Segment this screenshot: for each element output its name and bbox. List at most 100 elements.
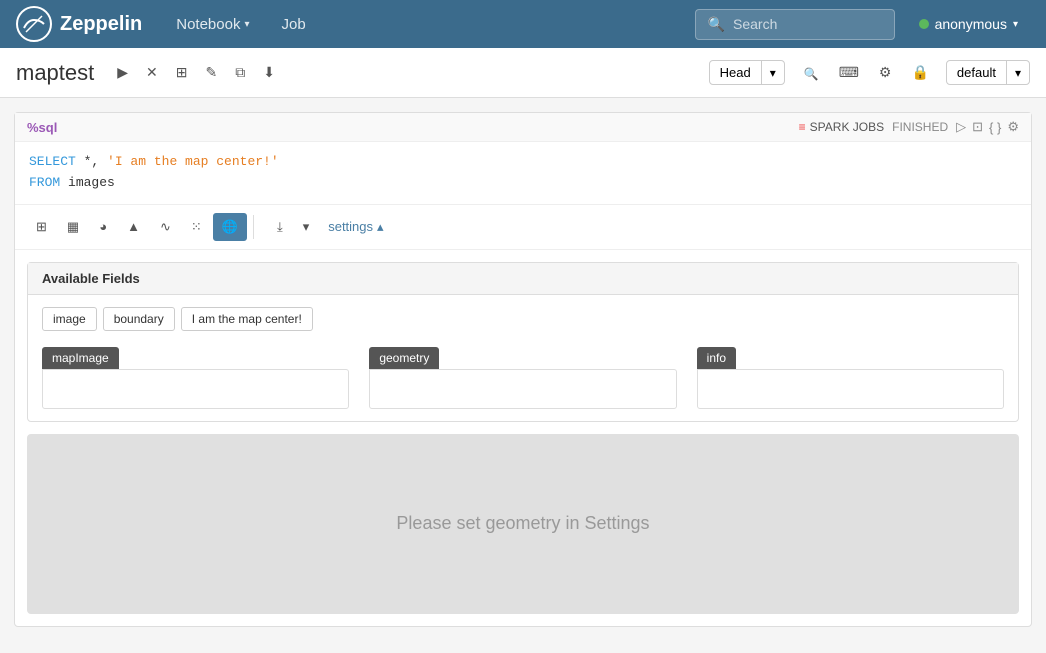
spark-icon: ≡ bbox=[799, 120, 806, 134]
drop-zone-info-box[interactable] bbox=[697, 369, 1004, 409]
code-view-icon[interactable]: { } bbox=[989, 120, 1001, 135]
search-box[interactable]: 🔍 bbox=[695, 9, 895, 40]
export-button[interactable] bbox=[256, 59, 282, 86]
code-star: *, bbox=[84, 154, 107, 169]
clear-output-button[interactable] bbox=[169, 59, 195, 86]
settings-gear-icon bbox=[879, 64, 892, 81]
stop-icon: ✕ bbox=[146, 64, 158, 81]
nav-menu: Notebook ▾ Job bbox=[162, 8, 694, 41]
map-settings-header: Available Fields bbox=[28, 263, 1018, 295]
code-select: SELECT bbox=[29, 154, 76, 169]
main-content: %sql ≡ SPARK JOBS FINISHED ▷ ⊡ { } ⚙ SEL… bbox=[0, 98, 1046, 653]
drop-zone-mapimage-label: mapImage bbox=[42, 347, 119, 369]
settings-toggle-button[interactable]: settings ▴ bbox=[320, 214, 391, 240]
drop-zone-info-label: info bbox=[697, 347, 736, 369]
drop-zone-geometry-box[interactable] bbox=[369, 369, 676, 409]
keyboard-icon: ⌨ bbox=[839, 64, 859, 81]
field-tag-boundary[interactable]: boundary bbox=[103, 307, 175, 331]
viz-toolbar-right: ⤓ ▾ bbox=[268, 213, 318, 241]
cell-header: %sql ≡ SPARK JOBS FINISHED ▷ ⊡ { } ⚙ bbox=[15, 113, 1031, 142]
drop-zone-geometry: geometry bbox=[369, 347, 676, 409]
title-actions: ✕ bbox=[110, 59, 282, 86]
code-from: FROM bbox=[29, 175, 60, 190]
keyboard-shortcuts-button[interactable]: ⌨ bbox=[832, 59, 866, 86]
code-area: SELECT *, 'I am the map center!' FROM im… bbox=[15, 142, 1031, 205]
viz-bar-button[interactable]: ▦ bbox=[58, 213, 88, 241]
run-cell-icon[interactable]: ▷ bbox=[956, 119, 966, 135]
search-note-button[interactable] bbox=[797, 60, 826, 86]
download-icon bbox=[263, 64, 275, 81]
display-mode-dropdown[interactable]: ▾ bbox=[1007, 62, 1029, 84]
search-icon: 🔍 bbox=[708, 16, 725, 33]
code-line-2: FROM images bbox=[29, 173, 1017, 194]
display-mode-selector: default ▾ bbox=[946, 60, 1030, 85]
branch-dropdown-button[interactable]: ▾ bbox=[762, 62, 784, 84]
settings-button[interactable] bbox=[872, 59, 899, 86]
viz-scatter-button[interactable]: ⁙ bbox=[182, 213, 211, 241]
map-placeholder-text: Please set geometry in Settings bbox=[396, 513, 649, 534]
page-title: maptest bbox=[16, 60, 94, 86]
notebook-cell: %sql ≡ SPARK JOBS FINISHED ▷ ⊡ { } ⚙ SEL… bbox=[14, 112, 1032, 627]
user-caret-icon: ▾ bbox=[1013, 19, 1018, 30]
search-note-icon bbox=[804, 65, 819, 81]
spark-jobs-label: ≡ SPARK JOBS bbox=[799, 120, 884, 134]
drop-zone-mapimage-box[interactable] bbox=[42, 369, 349, 409]
settings-caret-icon: ▴ bbox=[377, 219, 384, 235]
nav-job[interactable]: Job bbox=[267, 8, 319, 41]
map-settings-panel: Available Fields image boundary I am the… bbox=[27, 262, 1019, 422]
clone-button[interactable] bbox=[228, 59, 252, 86]
user-status-icon bbox=[919, 19, 929, 29]
clear-output-icon bbox=[176, 64, 188, 81]
clone-icon bbox=[235, 64, 245, 81]
title-right-actions: ⌨ 🔒 default ▾ bbox=[797, 59, 1030, 86]
code-string-val: 'I am the map center!' bbox=[107, 154, 279, 169]
stop-button[interactable]: ✕ bbox=[139, 59, 165, 86]
download-result-button[interactable]: ⤓ bbox=[268, 213, 292, 241]
search-input[interactable] bbox=[733, 16, 882, 32]
branch-label: Head bbox=[710, 61, 762, 84]
cell-settings-icon[interactable]: ⚙ bbox=[1007, 119, 1019, 135]
page-title-bar: maptest ✕ Head ▾ ⌨ bbox=[0, 48, 1046, 98]
viz-map-button[interactable]: 🌐 bbox=[213, 213, 247, 241]
drop-zones: mapImage geometry info bbox=[42, 347, 1004, 409]
user-menu[interactable]: anonymous ▾ bbox=[907, 10, 1030, 38]
branch-selector: Head ▾ bbox=[709, 60, 785, 85]
drop-zone-geometry-label: geometry bbox=[369, 347, 439, 369]
notebook-caret-icon: ▾ bbox=[244, 19, 249, 30]
map-placeholder: Please set geometry in Settings bbox=[27, 434, 1019, 614]
field-tag-image[interactable]: image bbox=[42, 307, 97, 331]
drop-zone-info: info bbox=[697, 347, 1004, 409]
viz-area-button[interactable]: ▲ bbox=[118, 213, 149, 240]
cell-type-label: %sql bbox=[27, 120, 57, 135]
edit-button[interactable] bbox=[199, 59, 225, 86]
lock-icon: 🔒 bbox=[911, 64, 928, 81]
settings-label: settings bbox=[328, 219, 373, 234]
display-mode-label: default bbox=[947, 61, 1007, 84]
lock-button[interactable]: 🔒 bbox=[904, 59, 935, 86]
viz-table-button[interactable]: ⊞ bbox=[27, 213, 56, 241]
navbar: Zeppelin Notebook ▾ Job 🔍 anonymous ▾ bbox=[0, 0, 1046, 48]
pencil-icon bbox=[206, 64, 218, 81]
status-badge: FINISHED bbox=[892, 120, 948, 134]
cell-header-right: ≡ SPARK JOBS FINISHED ▷ ⊡ { } ⚙ bbox=[799, 119, 1019, 135]
run-all-button[interactable] bbox=[110, 59, 135, 86]
drop-zone-mapimage: mapImage bbox=[42, 347, 349, 409]
nav-notebook[interactable]: Notebook ▾ bbox=[162, 8, 263, 41]
field-tag-center[interactable]: I am the map center! bbox=[181, 307, 313, 331]
viz-line-button[interactable]: ∿ bbox=[151, 213, 180, 241]
viz-toolbar-divider bbox=[253, 215, 254, 239]
username-label: anonymous bbox=[935, 16, 1007, 32]
search-container: 🔍 bbox=[695, 9, 895, 40]
brand-logo[interactable]: Zeppelin bbox=[16, 6, 142, 42]
code-table: images bbox=[68, 175, 115, 190]
available-fields: image boundary I am the map center! mapI… bbox=[28, 295, 1018, 421]
play-icon bbox=[117, 64, 128, 81]
cell-header-icons: ▷ ⊡ { } ⚙ bbox=[956, 119, 1019, 135]
zeppelin-logo-icon bbox=[16, 6, 52, 42]
viz-pie-button[interactable]: ◕ bbox=[90, 213, 116, 240]
hide-output-icon[interactable]: ⊡ bbox=[972, 119, 983, 135]
download-dropdown-button[interactable]: ▾ bbox=[294, 213, 319, 241]
field-tags-row: image boundary I am the map center! bbox=[42, 307, 1004, 331]
code-line-1: SELECT *, 'I am the map center!' bbox=[29, 152, 1017, 173]
brand-name: Zeppelin bbox=[60, 13, 142, 36]
